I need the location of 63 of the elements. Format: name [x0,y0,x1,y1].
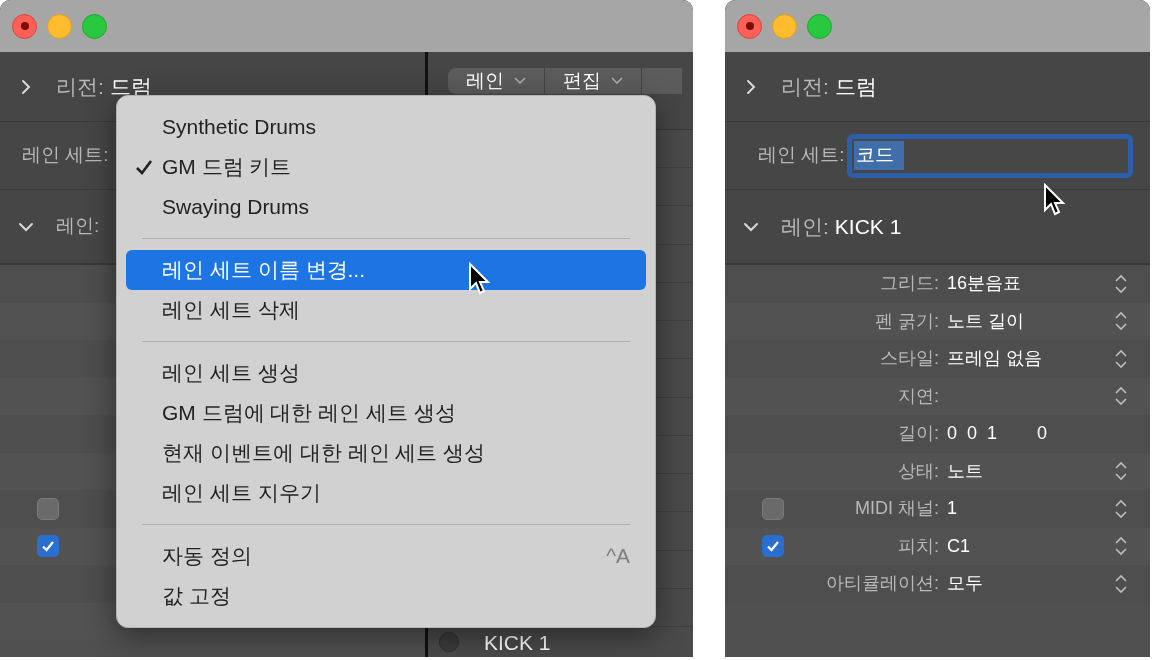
stepper-icon[interactable] [1114,572,1128,595]
lane-label: 레인: [781,213,829,240]
menu-item[interactable]: 레인 세트 이름 변경... [126,250,646,290]
menu-item[interactable]: Swaying Drums [126,187,646,227]
menu-item[interactable]: 현재 이벤트에 대한 레인 세트 생성 [126,433,646,473]
lane-set-label: 레인 세트: [22,143,109,168]
parameter-label: 지연: [898,384,939,408]
region-value: 드럼 [834,73,877,100]
parameter-label: 피치: [898,534,939,558]
lane-name: KICK 1 [484,631,551,653]
parameter-value[interactable]: 프레임 없음 [947,345,1042,373]
parameter-label: 길이: [898,422,939,446]
stepper-icon[interactable] [1114,347,1128,370]
length-segment[interactable]: 0 [947,420,957,448]
parameter-label: MIDI 채널: [855,497,939,521]
length-segment[interactable]: 1 [987,420,998,448]
menu-item[interactable]: 레인 세트 생성 [126,353,646,393]
checkbox[interactable] [37,497,59,520]
close-button[interactable] [737,13,762,39]
region-label: 리전: [56,73,104,100]
parameter-label: 상태: [898,459,939,483]
menu-item[interactable]: 값 고정 [126,576,646,616]
menu-item[interactable]: GM 드럼에 대한 레인 세트 생성 [126,393,646,433]
close-button[interactable] [12,13,37,39]
parameter-label: 스타일: [880,347,939,371]
stepper-icon[interactable] [1114,385,1128,408]
parameter-value[interactable]: 1 [947,495,957,523]
stepper-icon[interactable] [1114,272,1128,295]
menu-item[interactable]: 레인 세트 삭제 [126,290,646,330]
stepper-icon[interactable] [1114,310,1128,333]
chevron-down-icon [611,77,623,85]
stepper-icon[interactable] [1114,535,1128,558]
parameter-value[interactable]: 16분음표 [947,270,1022,298]
menu-tab[interactable]: 레인 [448,68,545,94]
region-label: 리전: [781,73,829,100]
parameter-value[interactable]: 노트 [947,457,983,485]
lane-set-label: 레인 세트: [758,143,845,168]
checkbox[interactable] [37,535,59,558]
menu-item[interactable]: GM 드럼 키트 [126,147,646,187]
parameter-label: 아티큘레이션: [826,572,939,596]
checkmark-icon [41,539,55,554]
mouse-pointer-icon [1043,183,1067,217]
menu-item[interactable]: 자동 정의 ^A [126,536,646,576]
lane-value: KICK 1 [834,213,902,240]
parameter-label: 그리드: [880,272,939,296]
checkbox[interactable] [762,535,784,558]
menu-item[interactable]: Synthetic Drums [126,107,646,147]
length-segment[interactable]: 0 [967,420,978,448]
checkbox[interactable] [762,497,784,520]
parameter-value[interactable]: 노트 길이 [947,307,1024,335]
chevron-down-icon [514,77,526,85]
mouse-pointer-icon [468,262,492,296]
parameter-label: 펜 굵기: [875,309,939,333]
menu-item[interactable]: 레인 세트 지우기 [126,473,646,513]
checkmark-icon [766,539,780,554]
parameter-value[interactable]: C1 [947,532,970,560]
stepper-icon[interactable] [1114,497,1128,520]
checkmark-icon [135,159,153,175]
lane-label: 레인: [56,214,100,239]
stepper-icon[interactable] [1114,460,1128,483]
length-segment[interactable]: 0 [1037,420,1048,448]
parameter-value[interactable]: 모두 [947,570,983,598]
lane-set-name-field[interactable]: 코드 [846,133,1133,178]
